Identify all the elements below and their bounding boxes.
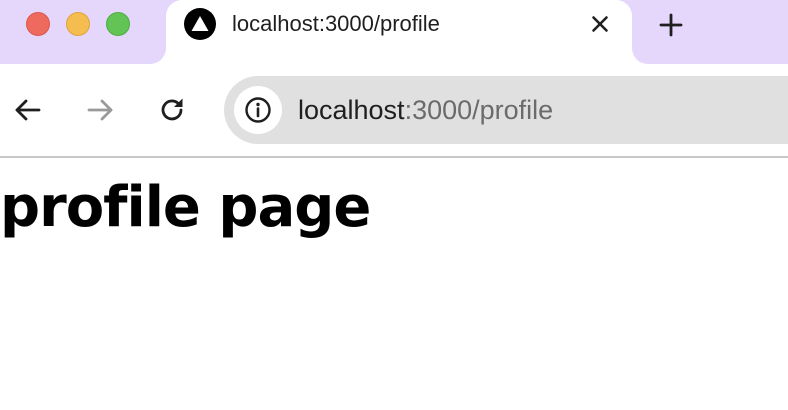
window-maximize-button[interactable] [106,12,130,36]
url-text[interactable]: localhost:3000/profile [298,93,553,127]
url-host: localhost [298,95,405,125]
window-close-button[interactable] [26,12,50,36]
tab-title: localhost:3000/profile [232,11,440,36]
info-icon[interactable] [234,86,282,134]
triangle-logo-icon [184,8,216,40]
reload-icon[interactable] [156,94,188,126]
page-heading: profile page [0,175,371,240]
browser-toolbar: localhost:3000/profile [0,64,788,156]
window-minimize-button[interactable] [66,12,90,36]
arrow-left-icon[interactable] [12,94,44,126]
plus-icon[interactable] [656,10,686,40]
tab-active[interactable]: localhost:3000/profile [166,0,632,64]
address-bar[interactable]: localhost:3000/profile [224,76,788,144]
tab-strip: localhost:3000/profile [0,0,788,64]
close-icon[interactable] [586,10,614,38]
page-content: profile page [0,158,788,410]
arrow-right-icon[interactable] [84,94,116,126]
url-path: :3000/profile [404,95,554,125]
browser-window: localhost:3000/profile localhost:3000/pr… [0,0,788,410]
